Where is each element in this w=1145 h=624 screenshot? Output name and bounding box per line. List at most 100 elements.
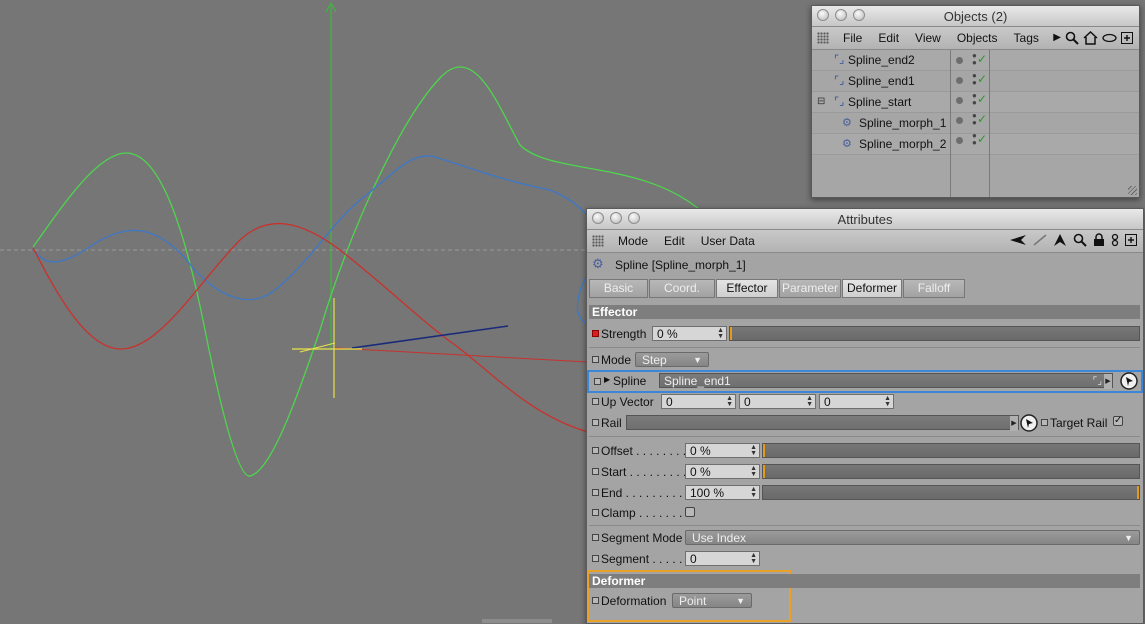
stepper-icon[interactable]: ▲ ▼ xyxy=(717,327,724,340)
collapse-icon[interactable]: ⊟ xyxy=(817,96,825,107)
tab-coord[interactable]: Coord. xyxy=(649,279,715,298)
keyframe-bullet[interactable] xyxy=(592,447,599,454)
slider-handle[interactable] xyxy=(763,444,765,457)
enabled-check-icon[interactable]: ✓ xyxy=(977,72,987,86)
tab-effector[interactable]: Effector xyxy=(716,279,778,298)
pick-target-icon[interactable] xyxy=(1020,414,1038,432)
menu-objects[interactable]: Objects xyxy=(949,31,1006,45)
new-window-icon[interactable] xyxy=(1121,32,1133,44)
param-segment: Segment . . . . . . 0 ▲ ▼ xyxy=(589,549,1140,569)
layer-dot[interactable] xyxy=(956,57,963,64)
object-axis-gizmo[interactable] xyxy=(292,298,362,398)
spline-icon: ⌜⌟ xyxy=(834,96,845,108)
menu-mode[interactable]: Mode xyxy=(610,234,656,248)
home-icon[interactable] xyxy=(1083,31,1098,45)
objects-titlebar[interactable]: Objects (2) xyxy=(812,6,1139,27)
keyframe-bullet[interactable] xyxy=(592,398,599,405)
lock-icon[interactable] xyxy=(1093,233,1105,247)
tab-parameter[interactable]: Parameter xyxy=(779,279,841,298)
keyframe-bullet[interactable] xyxy=(594,378,601,385)
layer-dot[interactable] xyxy=(956,77,963,84)
end-slider[interactable] xyxy=(762,485,1140,500)
segment-mode-dropdown[interactable]: Use Index ▼ xyxy=(685,530,1140,545)
target-rail-checkbox[interactable]: ✓ xyxy=(1113,416,1123,426)
link-arrow-icon[interactable]: ▶ xyxy=(1104,374,1112,389)
new-window-icon[interactable] xyxy=(1125,234,1137,246)
keyframe-bullet[interactable] xyxy=(592,534,599,541)
up-vector-z-field[interactable]: 0 ▲ ▼ xyxy=(819,394,894,409)
chain-link-icon[interactable] xyxy=(1111,233,1119,247)
strength-field[interactable]: 0 % ▲ ▼ xyxy=(652,326,727,341)
keyframe-bullet[interactable] xyxy=(1041,419,1048,426)
keyframe-bullet[interactable] xyxy=(592,419,599,426)
keyframe-bullet[interactable] xyxy=(592,489,599,496)
keyframe-bullet[interactable] xyxy=(592,330,599,337)
attributes-titlebar[interactable]: Attributes xyxy=(587,209,1143,230)
forward-arrow-icon[interactable] xyxy=(1033,234,1047,246)
deformation-dropdown[interactable]: Point ▼ xyxy=(672,593,752,608)
slider-handle[interactable] xyxy=(763,465,765,478)
layer-dot[interactable] xyxy=(956,97,963,104)
menu-edit[interactable]: Edit xyxy=(656,234,693,248)
enabled-check-icon[interactable]: ✓ xyxy=(977,112,987,126)
keyframe-bullet[interactable] xyxy=(592,468,599,475)
strength-slider[interactable] xyxy=(729,326,1140,341)
segment-field[interactable]: 0 ▲ ▼ xyxy=(685,551,760,566)
search-icon[interactable] xyxy=(1073,233,1087,247)
back-arrow-icon[interactable] xyxy=(1009,234,1027,246)
column-separator[interactable] xyxy=(989,50,990,197)
menu-tags[interactable]: Tags xyxy=(1006,31,1047,45)
offset-field[interactable]: 0 % ▲ ▼ xyxy=(685,443,760,458)
layer-dot[interactable] xyxy=(956,117,963,124)
enabled-check-icon[interactable]: ✓ xyxy=(977,132,987,146)
param-start: Start . . . . . . . . . 0 % ▲ ▼ xyxy=(589,462,1140,482)
stepper-icon[interactable]: ▲ ▼ xyxy=(750,444,757,457)
search-icon[interactable] xyxy=(1065,31,1079,45)
expand-triangle-icon[interactable]: ▶ xyxy=(604,375,610,384)
stepper-icon[interactable]: ▲ ▼ xyxy=(750,552,757,565)
offset-slider[interactable] xyxy=(762,443,1140,458)
enabled-check-icon[interactable]: ✓ xyxy=(977,52,987,66)
arrow-right-icon[interactable]: ▶ xyxy=(1053,30,1061,46)
up-vector-y-field[interactable]: 0 ▲ ▼ xyxy=(739,394,816,409)
start-slider[interactable] xyxy=(762,464,1140,479)
pick-target-icon[interactable] xyxy=(1120,372,1138,390)
link-arrow-icon[interactable]: ▶ xyxy=(1010,416,1018,431)
keyframe-bullet[interactable] xyxy=(592,555,599,562)
menu-file[interactable]: File xyxy=(835,31,870,45)
stepper-icon[interactable]: ▲ ▼ xyxy=(884,395,891,408)
blue-spline-curve xyxy=(32,155,601,326)
mode-dropdown[interactable]: Step ▼ xyxy=(635,352,709,367)
menu-edit[interactable]: Edit xyxy=(870,31,907,45)
menu-view[interactable]: View xyxy=(907,31,949,45)
tab-falloff[interactable]: Falloff xyxy=(903,279,965,298)
tab-deformer[interactable]: Deformer xyxy=(842,279,902,298)
layer-dot[interactable] xyxy=(956,137,963,144)
tab-basic[interactable]: Basic xyxy=(589,279,648,298)
up-vector-x-field[interactable]: 0 ▲ ▼ xyxy=(661,394,736,409)
resize-grip-icon[interactable] xyxy=(1128,186,1137,195)
mode-label: Mode xyxy=(601,353,632,367)
stepper-icon[interactable]: ▲ ▼ xyxy=(806,395,813,408)
eye-icon[interactable] xyxy=(1102,33,1117,43)
stepper-icon[interactable]: ▲ ▼ xyxy=(750,465,757,478)
slider-handle[interactable] xyxy=(730,327,732,340)
slider-handle[interactable] xyxy=(1137,486,1139,499)
column-separator[interactable] xyxy=(950,50,951,197)
end-field[interactable]: 100 % ▲ ▼ xyxy=(685,485,760,500)
grip-icon[interactable] xyxy=(817,32,829,44)
stepper-icon[interactable]: ▲ ▼ xyxy=(726,395,733,408)
clamp-checkbox[interactable] xyxy=(685,507,695,517)
up-arrow-icon[interactable] xyxy=(1053,233,1067,247)
spline-link-field[interactable]: Spline_end1 ⌜⌟ ▶ xyxy=(659,373,1113,389)
keyframe-bullet[interactable] xyxy=(592,356,599,363)
rail-link-field[interactable]: ▶ xyxy=(626,415,1019,431)
start-field[interactable]: 0 % ▲ ▼ xyxy=(685,464,760,479)
viewport-scrollbar[interactable] xyxy=(482,619,552,623)
keyframe-bullet[interactable] xyxy=(592,597,599,604)
grip-icon[interactable] xyxy=(592,235,604,247)
enabled-check-icon[interactable]: ✓ xyxy=(977,92,987,106)
stepper-icon[interactable]: ▲ ▼ xyxy=(750,486,757,499)
menu-user-data[interactable]: User Data xyxy=(693,234,763,248)
keyframe-bullet[interactable] xyxy=(592,509,599,516)
